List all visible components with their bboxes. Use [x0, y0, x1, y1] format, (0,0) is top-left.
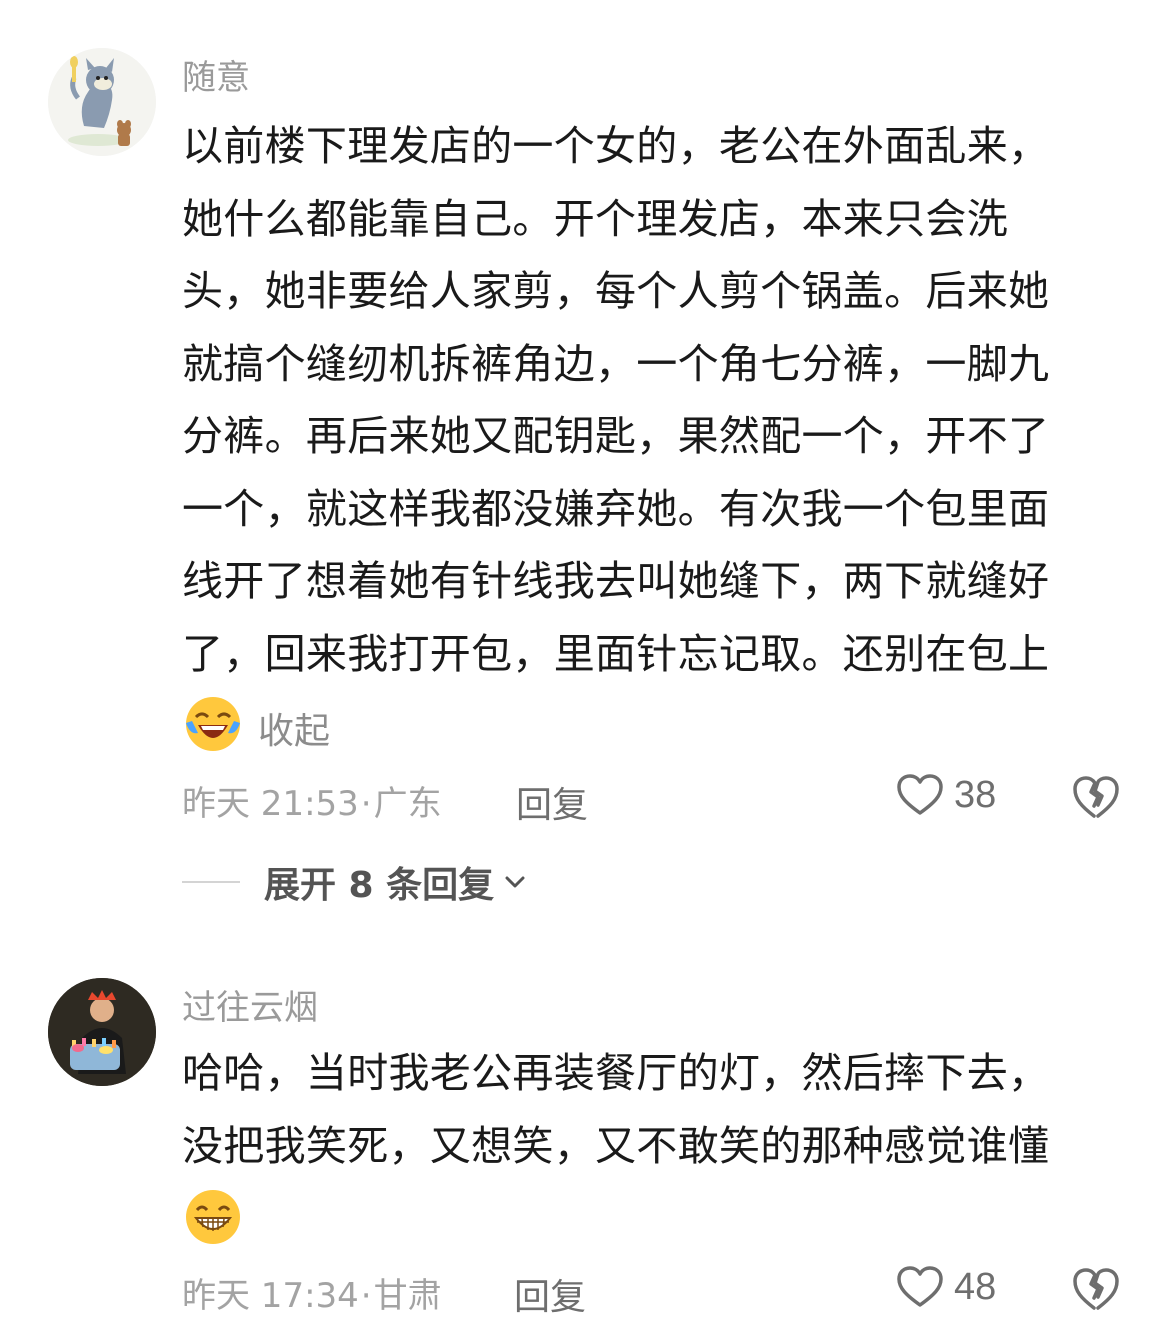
person-photo-avatar-icon [48, 978, 156, 1086]
cartoon-cat-avatar-icon [48, 48, 156, 156]
username[interactable]: 随意 [182, 50, 250, 99]
comment-text-line: 没把我笑死，又想笑，又不敢笑的那种感觉谁懂 [182, 1121, 1050, 1170]
divider [182, 881, 240, 883]
heart-icon [897, 774, 943, 815]
chevron-down-icon [502, 869, 528, 895]
expand-replies-label: 展开 8 条回复 [264, 865, 495, 906]
comment-text-line: 一个，就这样我都没嫌弃她。有次我一个包里面 [182, 484, 1050, 533]
username[interactable]: 过往云烟 [182, 980, 318, 1029]
comment-text-line: 就搞个缝纫机拆裤角边，一个角七分裤，一脚九 [182, 339, 1050, 388]
location: 广东 [373, 784, 442, 824]
comment-meta: 昨天 21:53·广东 [182, 776, 442, 825]
comment-text-line: 她什么都能靠自己。开个理发店，本来只会洗 [182, 194, 1008, 243]
collapse-button[interactable]: 收起 [258, 702, 330, 754]
like-count: 38 [954, 773, 997, 816]
comment-text-line: 线开了想着她有针线我去叫她缝下，两下就缝好 [182, 557, 1050, 605]
comment-text: 哈哈，当时我老公再装餐厅的灯，然后摔下去， 没把我笑死，又想笑，又不敢笑的那种感… [182, 1037, 1122, 1182]
comment-text-line: 哈哈，当时我老公再装餐厅的灯，然后摔下去， [182, 1049, 1050, 1097]
broken-heart-icon [1073, 1268, 1119, 1310]
expand-replies-button[interactable]: 展开 8 条回复 [182, 856, 528, 908]
like-button[interactable]: 38 [896, 773, 996, 817]
comment-text-line: 了，回来我打开包，里面针忘记取。还别在包上 [182, 629, 1050, 678]
dislike-button[interactable] [1072, 1266, 1120, 1312]
comment-text-line: 头，她非要给人家剪，每个人剪个锅盖。后来她 [182, 267, 1050, 315]
reply-button[interactable]: 回复 [514, 1268, 586, 1320]
location: 甘肃 [373, 1276, 442, 1316]
timestamp: 昨天 17:34 [182, 1276, 359, 1316]
meta-separator: · [360, 1276, 372, 1316]
comment-text-line: 以前楼下理发店的一个女的，老公在外面乱来， [182, 122, 1050, 170]
like-count: 48 [954, 1265, 997, 1308]
crying-laughing-emoji-icon [182, 693, 244, 755]
grinning-emoji-icon [182, 1186, 244, 1248]
comment-text: 以前楼下理发店的一个女的，老公在外面乱来， 她什么都能靠自己。开个理发店，本来只… [182, 110, 1122, 690]
comment-text-line: 分裤。再后来她又配钥匙，果然配一个，开不了 [182, 412, 1050, 460]
heart-icon [897, 1266, 943, 1307]
reply-button[interactable]: 回复 [516, 776, 588, 828]
avatar[interactable] [48, 48, 156, 156]
dislike-button[interactable] [1072, 774, 1120, 820]
broken-heart-icon [1073, 776, 1119, 818]
avatar[interactable] [48, 978, 156, 1086]
meta-separator: · [360, 784, 372, 824]
timestamp: 昨天 21:53 [182, 784, 359, 824]
comment-meta: 昨天 17:34·甘肃 [182, 1268, 442, 1317]
like-button[interactable]: 48 [896, 1265, 996, 1309]
